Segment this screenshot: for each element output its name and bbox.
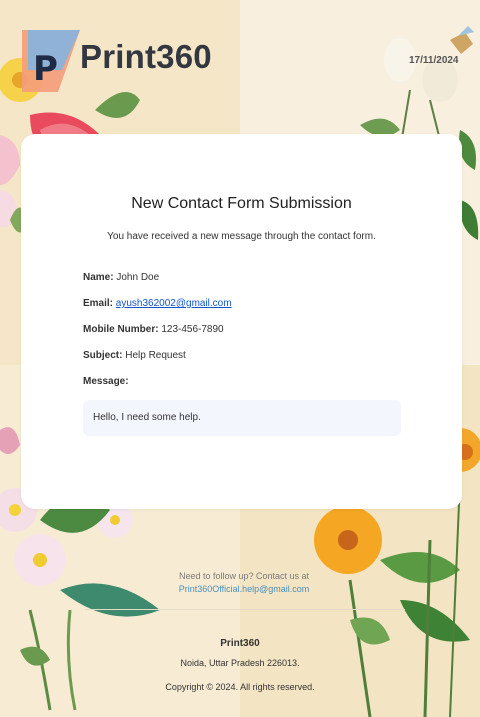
email-link[interactable]: ayush362002@gmail.com <box>116 298 232 309</box>
message-text: Hello, I need some help. <box>93 412 201 423</box>
follow-up-note: Need to follow up? Contact us at Print36… <box>116 570 372 596</box>
submission-card: New Contact Form Submission You have rec… <box>21 134 462 509</box>
footer-copyright: Copyright © 2024. All rights reserved. <box>165 682 315 692</box>
brand-name: Print360 <box>80 38 212 75</box>
logo-letter: P <box>33 49 58 89</box>
print360-logo-icon: P <box>22 30 80 92</box>
field-name: Name: John Doe <box>83 272 159 283</box>
follow-up-text: Need to follow up? Contact us at <box>178 571 310 581</box>
field-subject: Subject: Help Request <box>83 350 186 361</box>
field-message: Message: <box>83 376 129 387</box>
field-name-label: Name: <box>83 272 114 283</box>
message-box: Hello, I need some help. <box>83 400 401 436</box>
field-subject-label: Subject: <box>83 350 123 361</box>
field-message-label: Message: <box>83 376 129 387</box>
field-name-value: John Doe <box>116 272 160 283</box>
footer-address: Noida, Uttar Pradesh 226013. <box>180 658 300 668</box>
email-page: P Print360 17/11/2024 New Contact Form S… <box>0 0 480 717</box>
support-email-link[interactable]: Print360Official.help@gmail.com <box>179 584 310 594</box>
field-mobile-label: Mobile Number: <box>83 324 159 335</box>
field-subject-value: Help Request <box>125 350 186 361</box>
field-email: Email: ayush362002@gmail.com <box>83 298 232 309</box>
field-email-label: Email: <box>83 298 114 309</box>
footer-brand: Print360 <box>220 638 260 649</box>
card-subtitle: You have received a new message through … <box>107 231 376 242</box>
date-label: 17/11/2024 <box>409 55 459 66</box>
card-title: New Contact Form Submission <box>131 195 352 212</box>
footer-divider <box>85 609 405 610</box>
field-mobile-value: 123-456-7890 <box>161 324 224 335</box>
field-mobile: Mobile Number: 123-456-7890 <box>83 324 224 335</box>
